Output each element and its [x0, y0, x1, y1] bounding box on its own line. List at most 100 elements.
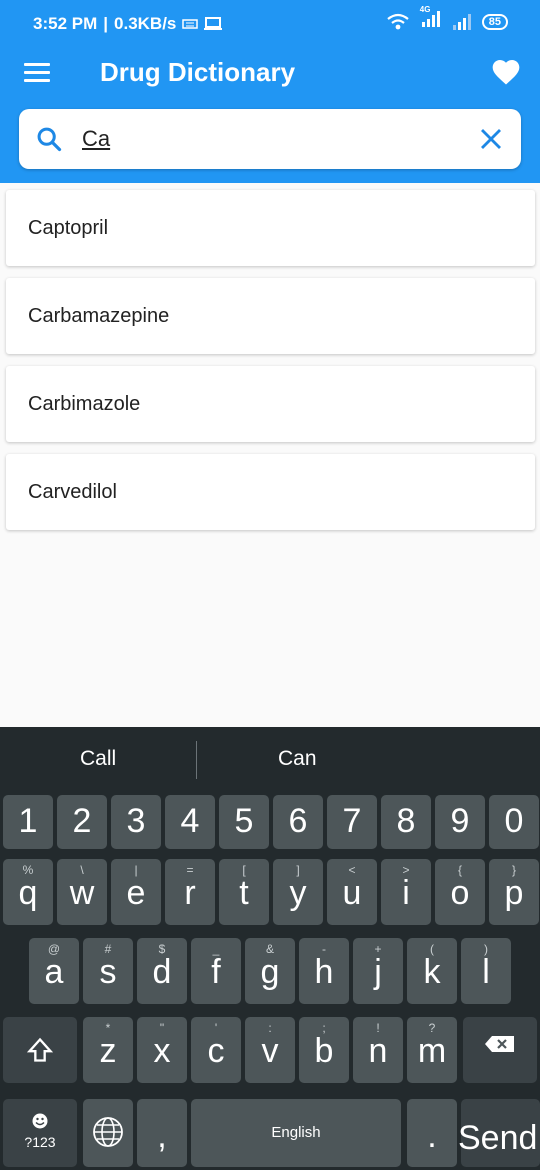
list-item[interactable]: Captopril: [6, 190, 535, 266]
key-n[interactable]: ! n: [353, 1017, 403, 1083]
key-label: q: [18, 874, 38, 912]
key-s[interactable]: # s: [83, 938, 133, 1004]
period-key[interactable]: .: [407, 1099, 457, 1167]
key-label: z: [99, 1032, 117, 1070]
key-f[interactable]: _ f: [191, 938, 241, 1004]
key-y[interactable]: ] y: [273, 859, 323, 925]
key-0[interactable]: 0: [489, 795, 539, 849]
key-q[interactable]: % q: [3, 859, 53, 925]
key-label: 0: [504, 802, 524, 840]
key-label: b: [314, 1032, 334, 1070]
app-title: Drug Dictionary: [100, 57, 296, 87]
app-bar: Drug Dictionary: [0, 40, 540, 183]
key-7[interactable]: 7: [327, 795, 377, 849]
list-item[interactable]: Carbamazepine: [6, 278, 535, 354]
key-w[interactable]: \ w: [57, 859, 107, 925]
key-label: r: [184, 874, 196, 912]
keyboard-status-icon: [182, 19, 199, 29]
key-h[interactable]: -h: [299, 938, 349, 1004]
send-button[interactable]: Send: [458, 1099, 540, 1167]
key-label: t: [239, 874, 249, 912]
results-list: Captopril Carbamazepine Carbimazole Carv…: [6, 190, 535, 542]
key-label: g: [260, 953, 280, 991]
key-label: l: [482, 953, 490, 991]
globe-icon: [93, 1117, 123, 1147]
key-g[interactable]: & g: [245, 938, 295, 1004]
key-label: n: [368, 1032, 388, 1070]
wifi-icon: [387, 13, 409, 29]
key-r[interactable]: = r: [165, 859, 215, 925]
key-9[interactable]: 9: [435, 795, 485, 849]
key-p[interactable]: } p: [489, 859, 539, 925]
key-l[interactable]: ) l: [461, 938, 511, 1004]
network-type: 4G: [419, 5, 431, 14]
key-label: o: [450, 874, 470, 912]
key-label: m: [417, 1032, 447, 1070]
emoji-icon: [32, 1113, 48, 1129]
laptop-status-icon: [204, 17, 223, 30]
key-i[interactable]: > i: [381, 859, 431, 925]
heart-icon[interactable]: [490, 56, 522, 88]
key-o[interactable]: {o: [435, 859, 485, 925]
key-label: 1: [18, 802, 38, 840]
key-1[interactable]: 1: [3, 795, 53, 849]
list-item[interactable]: Carbimazole: [6, 366, 535, 442]
symbols-key[interactable]: ?123: [3, 1099, 77, 1167]
key-2[interactable]: 2: [57, 795, 107, 849]
battery-indicator: 85: [481, 13, 508, 30]
space-key[interactable]: English: [191, 1099, 401, 1167]
key-x[interactable]: " x: [137, 1017, 187, 1083]
status-speed: 0.3KB/s: [114, 14, 177, 33]
suggestion-call[interactable]: Call: [80, 747, 116, 771]
key-label: c: [207, 1032, 225, 1070]
key-j[interactable]: + j: [353, 938, 403, 1004]
key-3[interactable]: 3: [111, 795, 161, 849]
key-label: 5: [234, 802, 254, 840]
key-t[interactable]: [t: [219, 859, 269, 925]
send-label: Send: [458, 1119, 538, 1157]
key-label: 7: [342, 802, 362, 840]
search-input[interactable]: [82, 123, 452, 155]
key-label: 9: [450, 802, 470, 840]
key-label: 2: [72, 802, 92, 840]
key-6[interactable]: 6: [273, 795, 323, 849]
list-item[interactable]: Carvedilol: [6, 454, 535, 530]
shift-key[interactable]: [3, 1017, 77, 1083]
menu-icon[interactable]: [24, 63, 52, 85]
suggestion-bar: Call Can: [0, 727, 540, 793]
key-label: e: [126, 874, 146, 912]
key-label: 6: [288, 802, 308, 840]
key-b[interactable]: ; b: [299, 1017, 349, 1083]
key-v[interactable]: :v: [245, 1017, 295, 1083]
key-d[interactable]: $ d: [137, 938, 187, 1004]
key-m[interactable]: ? m: [407, 1017, 457, 1083]
suggestion-can[interactable]: Can: [278, 747, 317, 771]
space-label: English: [271, 1124, 321, 1141]
key-label: x: [153, 1032, 171, 1070]
key-label: 4: [180, 802, 200, 840]
globe-key[interactable]: [83, 1099, 133, 1167]
close-icon[interactable]: [479, 127, 503, 151]
backspace-icon: [485, 1036, 514, 1052]
key-5[interactable]: 5: [219, 795, 269, 849]
key-label: h: [314, 953, 334, 991]
key-label: a: [44, 953, 64, 991]
key-z[interactable]: * z: [83, 1017, 133, 1083]
key-label: 8: [396, 802, 416, 840]
key-c[interactable]: ' c: [191, 1017, 241, 1083]
key-8[interactable]: 8: [381, 795, 431, 849]
comma-key[interactable]: ,: [137, 1099, 187, 1167]
key-a[interactable]: @ a: [29, 938, 79, 1004]
shift-icon: [26, 1037, 54, 1062]
signal-icon-2: [452, 13, 471, 30]
suggestion-divider: [196, 741, 197, 779]
key-4[interactable]: 4: [165, 795, 215, 849]
key-label: k: [423, 953, 441, 991]
key-k[interactable]: (k: [407, 938, 457, 1004]
status-time: 3:52 PM: [33, 14, 98, 33]
backspace-key[interactable]: [463, 1017, 537, 1083]
key-e[interactable]: | e: [111, 859, 161, 925]
key-label: d: [152, 953, 172, 991]
key-label: s: [99, 953, 117, 991]
key-u[interactable]: < u: [327, 859, 377, 925]
